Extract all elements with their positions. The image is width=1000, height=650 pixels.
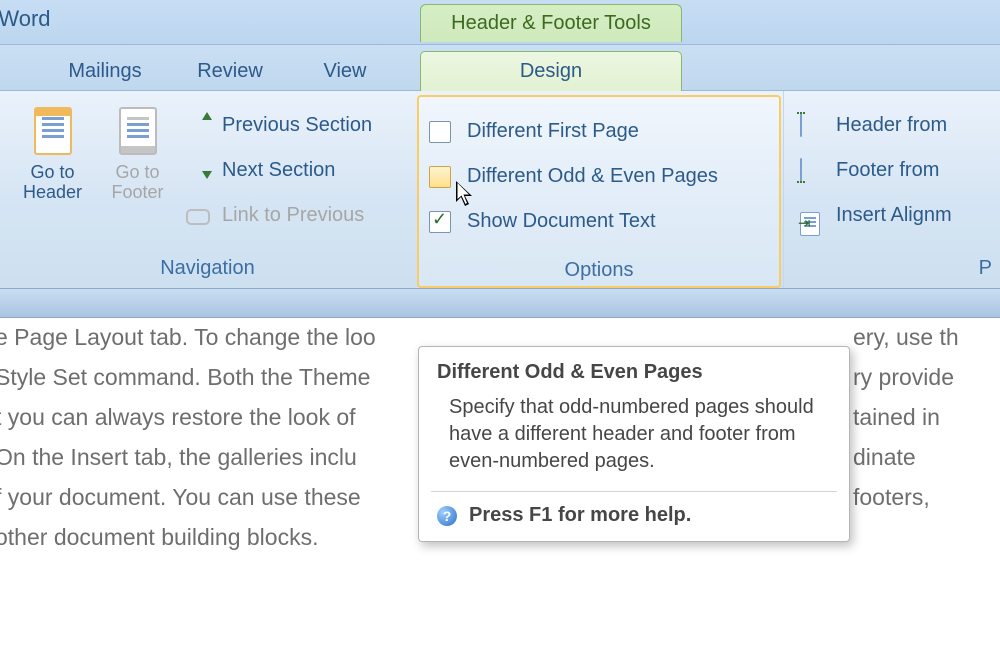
help-icon: ? [437,506,457,526]
next-section-button[interactable]: Next Section [186,148,372,193]
doc-line: tained in [853,398,940,437]
bigbtn-line1: Go to [115,163,159,183]
show-document-text-checkbox[interactable]: Show Document Text [429,199,718,244]
insert-alignment-tab-button[interactable]: Insert Alignm [800,193,952,238]
go-to-footer-button[interactable]: Go to Footer [95,99,180,239]
previous-section-icon [186,114,210,138]
title-bar: ft Word Header & Footer Tools [0,0,1000,45]
doc-line: ry provide [853,358,954,397]
rowitem-label: Different Odd & Even Pages [467,165,718,188]
ruler-bar [0,289,1000,318]
rowitem-label: Previous Section [222,114,372,137]
rowitem-label: Next Section [222,159,335,182]
group-title: Options [419,259,779,282]
alignment-tab-icon [800,204,824,228]
doc-line: t you can always restore the look of [0,398,356,437]
link-icon [186,204,210,228]
tab-label: View [324,60,367,83]
bigbtn-line2: Header [23,183,82,203]
doc-line: footers, [853,478,930,517]
bigbtn-line1: Go to [30,163,74,183]
contextual-tab-label: Header & Footer Tools [451,12,651,35]
checkbox-icon [429,166,451,188]
tab-label: Mailings [68,60,141,83]
doc-line: f your document. You can use these [0,478,361,517]
app-title: ft Word [0,6,51,32]
contextual-tab-header-footer[interactable]: Header & Footer Tools [420,4,682,42]
tab-review[interactable]: Review [180,53,280,90]
tab-label: Design [520,60,582,83]
header-from-top-input[interactable]: Header from [800,103,952,148]
rowitem-label: Link to Previous [222,204,364,227]
doc-line: dinate [853,438,916,477]
tooltip-title: Different Odd & Even Pages [419,347,849,390]
tab-view[interactable]: View [300,53,390,90]
doc-line: e Page Layout tab. To change the loo [0,318,376,357]
rowitem-label: Different First Page [467,120,639,143]
checkbox-icon [429,211,451,233]
group-options: Different First Page Different Odd & Eve… [417,95,781,288]
tooltip-body: Specify that odd-numbered pages should h… [419,390,849,491]
doc-line: On the Insert tab, the galleries inclu [0,438,357,477]
word-window: ft Word Header & Footer Tools Mailings R… [0,0,1000,650]
go-to-header-button[interactable]: Go to Header [10,99,95,239]
tab-mailings[interactable]: Mailings [45,53,165,90]
footer-from-bottom-input[interactable]: Footer from [800,148,952,193]
group-navigation: Go to Header Go to Footer Previous Secti… [0,91,415,288]
ribbon: Go to Header Go to Footer Previous Secti… [0,91,1000,289]
different-first-page-checkbox[interactable]: Different First Page [429,109,718,154]
link-to-previous-button[interactable]: Link to Previous [186,193,372,238]
tooltip-footer: ? Press F1 for more help. [419,492,849,541]
checkbox-icon [429,121,451,143]
group-position: Header from Footer from Insert Alignm P [783,91,1000,288]
doc-line: Style Set command. Both the Theme [0,358,370,397]
rowitem-label: Insert Alignm [836,204,952,227]
header-distance-icon [800,114,824,138]
doc-line: other document building blocks. [0,518,318,557]
page-header-icon [34,107,72,155]
rowitem-label: Footer from [836,159,939,182]
previous-section-button[interactable]: Previous Section [186,103,372,148]
rowitem-label: Header from [836,114,947,137]
next-section-icon [186,159,210,183]
page-footer-icon [119,107,157,155]
bigbtn-line2: Footer [111,183,163,203]
doc-line: ery, use th [853,318,959,357]
tooltip-footer-text: Press F1 for more help. [469,504,691,527]
tooltip: Different Odd & Even Pages Specify that … [418,346,850,542]
group-title: Navigation [0,257,415,280]
tab-design[interactable]: Design [420,51,682,91]
different-odd-even-checkbox[interactable]: Different Odd & Even Pages [429,154,718,199]
ribbon-tab-row: Mailings Review View Design [0,45,1000,91]
group-title: P [784,257,992,280]
footer-distance-icon [800,159,824,183]
tab-label: Review [197,60,263,83]
rowitem-label: Show Document Text [467,210,656,233]
